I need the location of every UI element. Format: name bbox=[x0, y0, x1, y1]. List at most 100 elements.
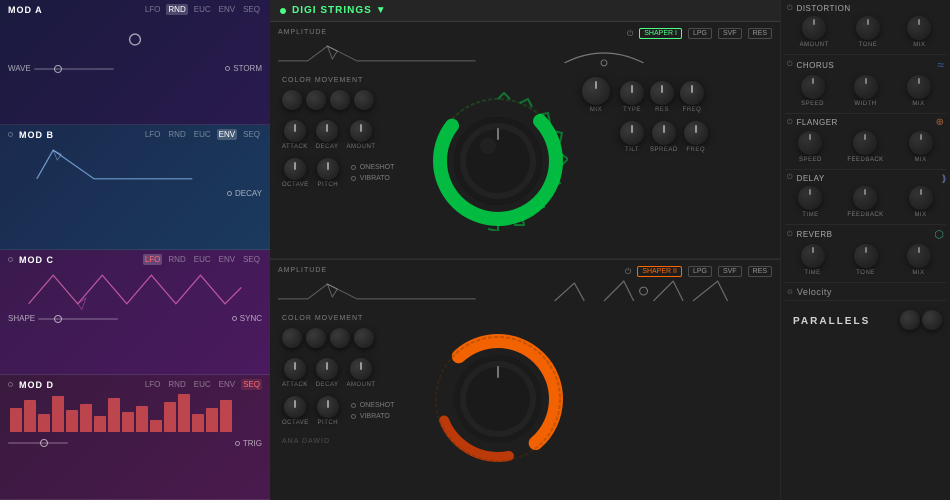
mod-a-tab-euc[interactable]: EUC bbox=[192, 4, 213, 15]
mod-a-tab-rnd[interactable]: RND bbox=[166, 4, 187, 15]
osc1-amount-knob[interactable] bbox=[350, 120, 372, 142]
osc1-cm-knob-4[interactable] bbox=[354, 90, 374, 110]
delay-feedback-knob[interactable] bbox=[853, 186, 877, 210]
mod-b-tab-rnd[interactable]: RND bbox=[166, 129, 187, 140]
osc1-big-knob-container[interactable] bbox=[428, 91, 568, 231]
seq-bar-6[interactable] bbox=[80, 404, 92, 432]
distortion-mix-knob[interactable] bbox=[907, 16, 931, 40]
mod-a-wave-slider[interactable] bbox=[34, 68, 114, 70]
osc1-spread-knob[interactable] bbox=[652, 121, 676, 145]
mod-d-tab-env[interactable]: ENV bbox=[217, 379, 237, 390]
mod-c-tab-env[interactable]: ENV bbox=[217, 254, 237, 265]
osc2-lpg-btn[interactable]: LPG bbox=[688, 266, 712, 277]
velocity-power[interactable]: ⊙ bbox=[787, 288, 793, 296]
osc1-attack-knob[interactable] bbox=[284, 120, 306, 142]
osc1-lpg-btn[interactable]: LPG bbox=[688, 28, 712, 39]
mod-c-tab-rnd[interactable]: RND bbox=[166, 254, 187, 265]
osc2-cm-knob-3[interactable] bbox=[330, 328, 350, 348]
seq-bar-7[interactable] bbox=[94, 416, 106, 432]
osc1-pitch-knob[interactable] bbox=[317, 158, 339, 180]
osc2-oneshot-toggle[interactable]: ONESHOT bbox=[351, 402, 395, 409]
seq-bar-11[interactable] bbox=[150, 420, 162, 432]
mod-d-power-dot[interactable] bbox=[8, 382, 13, 387]
seq-bar-10[interactable] bbox=[136, 406, 148, 432]
delay-power[interactable]: ⏻ bbox=[787, 174, 793, 182]
osc1-vibrato-toggle[interactable]: VIBRATO bbox=[351, 175, 395, 182]
osc2-shaper-label[interactable]: SHAPER II bbox=[637, 266, 682, 277]
mod-b-tab-seq[interactable]: SEQ bbox=[241, 129, 262, 140]
mod-b-tab-env[interactable]: ENV bbox=[217, 129, 237, 140]
osc1-freq2-knob[interactable] bbox=[684, 121, 708, 145]
osc2-res-btn[interactable]: RES bbox=[748, 266, 772, 277]
mod-b-tab-lfo[interactable]: LFO bbox=[143, 129, 163, 140]
delay-mix-knob[interactable] bbox=[909, 186, 933, 210]
seq-bar-2[interactable] bbox=[24, 400, 36, 432]
mod-d-tab-euc[interactable]: EUC bbox=[192, 379, 213, 390]
parallels-knob[interactable] bbox=[900, 310, 920, 330]
delay-time-knob[interactable] bbox=[798, 186, 822, 210]
mod-c-tab-seq[interactable]: SEQ bbox=[241, 254, 262, 265]
distortion-amount-knob[interactable] bbox=[802, 16, 826, 40]
mod-b-power-dot[interactable] bbox=[8, 132, 13, 137]
osc2-cm-knob-2[interactable] bbox=[306, 328, 326, 348]
reverb-power[interactable]: ⏻ bbox=[787, 231, 793, 239]
osc1-cm-knob-1[interactable] bbox=[282, 90, 302, 110]
chorus-speed-knob[interactable] bbox=[801, 75, 825, 99]
flanger-speed-knob[interactable] bbox=[798, 131, 822, 155]
mod-c-shape-slider[interactable] bbox=[38, 318, 118, 320]
flanger-mix-knob[interactable] bbox=[909, 131, 933, 155]
osc2-attack-knob[interactable] bbox=[284, 358, 306, 380]
osc1-svf-btn[interactable]: SVF bbox=[718, 28, 742, 39]
mod-d-tab-rnd[interactable]: RND bbox=[166, 379, 187, 390]
seq-bar-4[interactable] bbox=[52, 396, 64, 432]
parallels-knob-2[interactable] bbox=[922, 310, 942, 330]
seq-bar-15[interactable] bbox=[206, 408, 218, 432]
osc2-vibrato-toggle[interactable]: VIBRATO bbox=[351, 413, 395, 420]
osc1-res-knob[interactable] bbox=[650, 81, 674, 105]
chorus-power[interactable]: ⏻ bbox=[787, 61, 793, 69]
osc2-octave-knob[interactable] bbox=[284, 396, 306, 418]
synth-dropdown-icon[interactable]: ▼ bbox=[376, 5, 386, 16]
flanger-feedback-knob[interactable] bbox=[853, 131, 877, 155]
mod-d-tab-lfo[interactable]: LFO bbox=[143, 379, 163, 390]
seq-bar-3[interactable] bbox=[38, 414, 50, 432]
osc2-cm-knob-1[interactable] bbox=[282, 328, 302, 348]
mod-c-tab-euc[interactable]: EUC bbox=[192, 254, 213, 265]
reverb-mix-knob[interactable] bbox=[907, 244, 931, 268]
osc2-pitch-knob[interactable] bbox=[317, 396, 339, 418]
seq-bar-12[interactable] bbox=[164, 402, 176, 432]
mod-d-tab-seq[interactable]: SEQ bbox=[241, 379, 262, 390]
osc2-cm-knob-4[interactable] bbox=[354, 328, 374, 348]
osc1-shaper-label[interactable]: SHAPER I bbox=[639, 28, 682, 39]
seq-bar-13[interactable] bbox=[178, 394, 190, 432]
reverb-time-knob[interactable] bbox=[801, 244, 825, 268]
osc2-amount-knob[interactable] bbox=[350, 358, 372, 380]
osc1-oneshot-toggle[interactable]: ONESHOT bbox=[351, 164, 395, 171]
osc1-power-icon[interactable]: ⏻ bbox=[627, 29, 633, 39]
mod-a-tab-lfo[interactable]: LFO bbox=[143, 4, 163, 15]
osc1-res-btn[interactable]: RES bbox=[748, 28, 772, 39]
mod-b-tab-euc[interactable]: EUC bbox=[192, 129, 213, 140]
mod-d-slider[interactable] bbox=[8, 442, 68, 444]
flanger-power[interactable]: ⏻ bbox=[787, 119, 793, 127]
osc2-big-knob-container[interactable] bbox=[428, 329, 568, 469]
osc2-svf-btn[interactable]: SVF bbox=[718, 266, 742, 277]
mod-c-power-dot[interactable] bbox=[8, 257, 13, 262]
osc1-octave-knob[interactable] bbox=[284, 158, 306, 180]
seq-bar-5[interactable] bbox=[66, 410, 78, 432]
osc1-tilt-knob[interactable] bbox=[620, 121, 644, 145]
distortion-tone-knob[interactable] bbox=[856, 16, 880, 40]
chorus-width-knob[interactable] bbox=[854, 75, 878, 99]
seq-bar-1[interactable] bbox=[10, 408, 22, 432]
seq-bar-16[interactable] bbox=[220, 400, 232, 432]
osc1-freq-knob[interactable] bbox=[680, 81, 704, 105]
seq-bar-8[interactable] bbox=[108, 398, 120, 432]
seq-bar-14[interactable] bbox=[192, 414, 204, 432]
distortion-power[interactable]: ⏻ bbox=[787, 5, 793, 13]
mod-a-tab-env[interactable]: ENV bbox=[217, 4, 237, 15]
mod-a-tab-seq[interactable]: SEQ bbox=[241, 4, 262, 15]
reverb-tone-knob[interactable] bbox=[854, 244, 878, 268]
osc2-decay-knob[interactable] bbox=[316, 358, 338, 380]
osc1-cm-knob-3[interactable] bbox=[330, 90, 350, 110]
seq-bar-9[interactable] bbox=[122, 412, 134, 432]
